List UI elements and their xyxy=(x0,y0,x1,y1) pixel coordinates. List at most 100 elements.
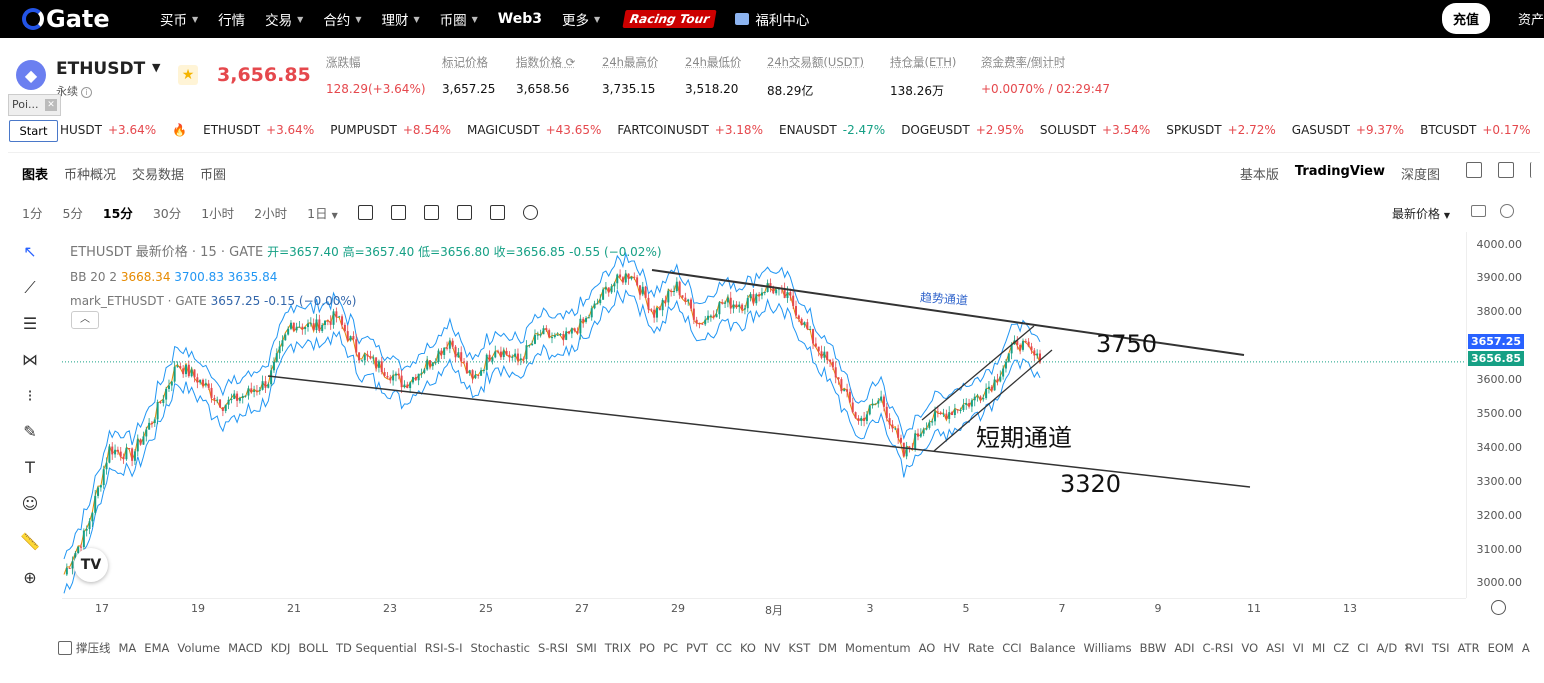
legend-bb-upper: 3700.83 xyxy=(174,270,224,284)
candle-body xyxy=(812,329,815,344)
legend-bb-mid: 3668.34 xyxy=(120,270,171,284)
indicator-kdj[interactable]: KDJ xyxy=(271,641,291,655)
indicator-smi[interactable]: SMI xyxy=(576,641,597,655)
indicator-vo[interactable]: VO xyxy=(1241,641,1258,655)
candle-body xyxy=(891,424,894,429)
candle-body xyxy=(332,311,335,325)
candle-body xyxy=(210,387,213,398)
indicator-pvt[interactable]: PVT xyxy=(686,641,708,655)
indicator-adi[interactable]: ADI xyxy=(1174,641,1194,655)
candle-body xyxy=(823,351,826,358)
indicator-ma[interactable]: MA xyxy=(119,641,137,655)
candle-body xyxy=(315,319,318,331)
candle-body xyxy=(295,326,298,331)
candle-body xyxy=(559,333,562,335)
indicator-williams[interactable]: Williams xyxy=(1084,641,1132,655)
indicator-asi[interactable]: ASI xyxy=(1266,641,1285,655)
indicator-td[interactable]: TD Sequential xyxy=(336,641,417,655)
time-tick-label: 11 xyxy=(1247,602,1261,615)
candle-body xyxy=(270,370,273,385)
indicator-pc[interactable]: PC xyxy=(663,641,678,655)
indicator-srsi[interactable]: S-RSI xyxy=(538,641,568,655)
indicator-nv[interactable]: NV xyxy=(764,641,780,655)
indicator-po[interactable]: PO xyxy=(639,641,655,655)
candle-body xyxy=(417,373,420,381)
indicator-rate[interactable]: Rate xyxy=(968,641,994,655)
candle-body xyxy=(894,428,897,430)
collapse-legend-button[interactable]: ︿ xyxy=(71,311,99,329)
price-axis[interactable]: 4000.003900.003800.003700.003600.003500.… xyxy=(1466,232,1530,598)
indicator-rsi[interactable]: RSI-S-I xyxy=(425,641,463,655)
candle-body xyxy=(477,374,480,376)
candle-body xyxy=(312,323,315,331)
indicator-tsi[interactable]: TSI xyxy=(1432,641,1450,655)
indicator-stochastic[interactable]: Stochastic xyxy=(470,641,530,655)
indicator-atr[interactable]: ATR xyxy=(1458,641,1480,655)
indicator-kst[interactable]: KST xyxy=(788,641,810,655)
candle-body xyxy=(809,329,812,331)
price-tick-label: 3800.00 xyxy=(1476,305,1523,319)
candle-body xyxy=(692,308,695,320)
indicator-ko[interactable]: KO xyxy=(740,641,756,655)
candle-body xyxy=(897,428,900,438)
candle-body xyxy=(528,345,531,347)
indicator-cc[interactable]: CC xyxy=(716,641,732,655)
candle-body xyxy=(380,361,383,373)
candle-body xyxy=(919,433,922,437)
candle-body xyxy=(1027,341,1030,347)
candle-body xyxy=(88,521,91,530)
time-axis[interactable]: 17 19 21 23 25 27 29 8月 3 5 7 9 11 13 xyxy=(62,598,1466,618)
candle-body xyxy=(505,350,508,355)
candle-body xyxy=(499,351,502,357)
legend-mark-change: -0.15 (−0.00%) xyxy=(264,294,357,308)
candle-body xyxy=(264,381,267,388)
candle-body xyxy=(167,385,170,389)
indicator-cz[interactable]: CZ xyxy=(1333,641,1349,655)
indicator-dm[interactable]: DM xyxy=(818,641,837,655)
candle-body xyxy=(687,299,690,302)
indicator-a[interactable]: A xyxy=(1522,641,1530,655)
candle-body xyxy=(111,446,114,455)
indicator-eom[interactable]: EOM xyxy=(1488,641,1514,655)
indicator-boll[interactable]: BOLL xyxy=(298,641,328,655)
candle-body xyxy=(80,546,83,548)
candle-body xyxy=(394,373,397,376)
indicator-ema[interactable]: EMA xyxy=(144,641,169,655)
indicator-ao[interactable]: AO xyxy=(919,641,936,655)
indicator-ci[interactable]: CI xyxy=(1357,641,1368,655)
candle-body xyxy=(440,350,443,355)
target-icon[interactable] xyxy=(1491,600,1506,615)
candle-body xyxy=(1021,341,1024,350)
indicator-cci[interactable]: CCI xyxy=(1002,641,1021,655)
tradingview-logo[interactable]: TV xyxy=(74,548,108,582)
indicator-trix[interactable]: TRIX xyxy=(605,641,631,655)
candle-body xyxy=(732,304,735,309)
indicator-macd[interactable]: MACD xyxy=(228,641,262,655)
indicator-hv[interactable]: HV xyxy=(943,641,960,655)
candle-body xyxy=(119,451,122,457)
price-chart[interactable] xyxy=(0,0,1544,683)
indicator-crsi[interactable]: C-RSI xyxy=(1203,641,1234,655)
indicator-volume[interactable]: Volume xyxy=(177,641,220,655)
indicator-support-resistance[interactable]: 撑压线 xyxy=(76,640,111,656)
support-label: 3320 xyxy=(1060,470,1122,498)
candle-body xyxy=(846,389,849,392)
candle-body xyxy=(942,413,945,415)
candle-body xyxy=(743,308,746,310)
indicator-ad[interactable]: A/D xyxy=(1377,641,1398,655)
price-tick-label: 3000.00 xyxy=(1476,576,1523,590)
candle-body xyxy=(565,331,568,340)
indicator-vi[interactable]: VI xyxy=(1293,641,1304,655)
indicator-balance[interactable]: Balance xyxy=(1030,641,1076,655)
indicator-momentum[interactable]: Momentum xyxy=(845,641,911,655)
candle-body xyxy=(848,391,851,403)
candle-body xyxy=(91,512,94,522)
indicator-panel-icon[interactable] xyxy=(58,641,72,655)
candle-body xyxy=(68,567,71,569)
chevron-right-icon[interactable]: › xyxy=(1404,640,1409,655)
legend-high: 高=3657.40 xyxy=(342,245,415,259)
indicator-mi[interactable]: MI xyxy=(1312,641,1325,655)
candle-body xyxy=(542,328,545,335)
indicator-bbw[interactable]: BBW xyxy=(1140,641,1167,655)
candle-body xyxy=(82,530,85,547)
